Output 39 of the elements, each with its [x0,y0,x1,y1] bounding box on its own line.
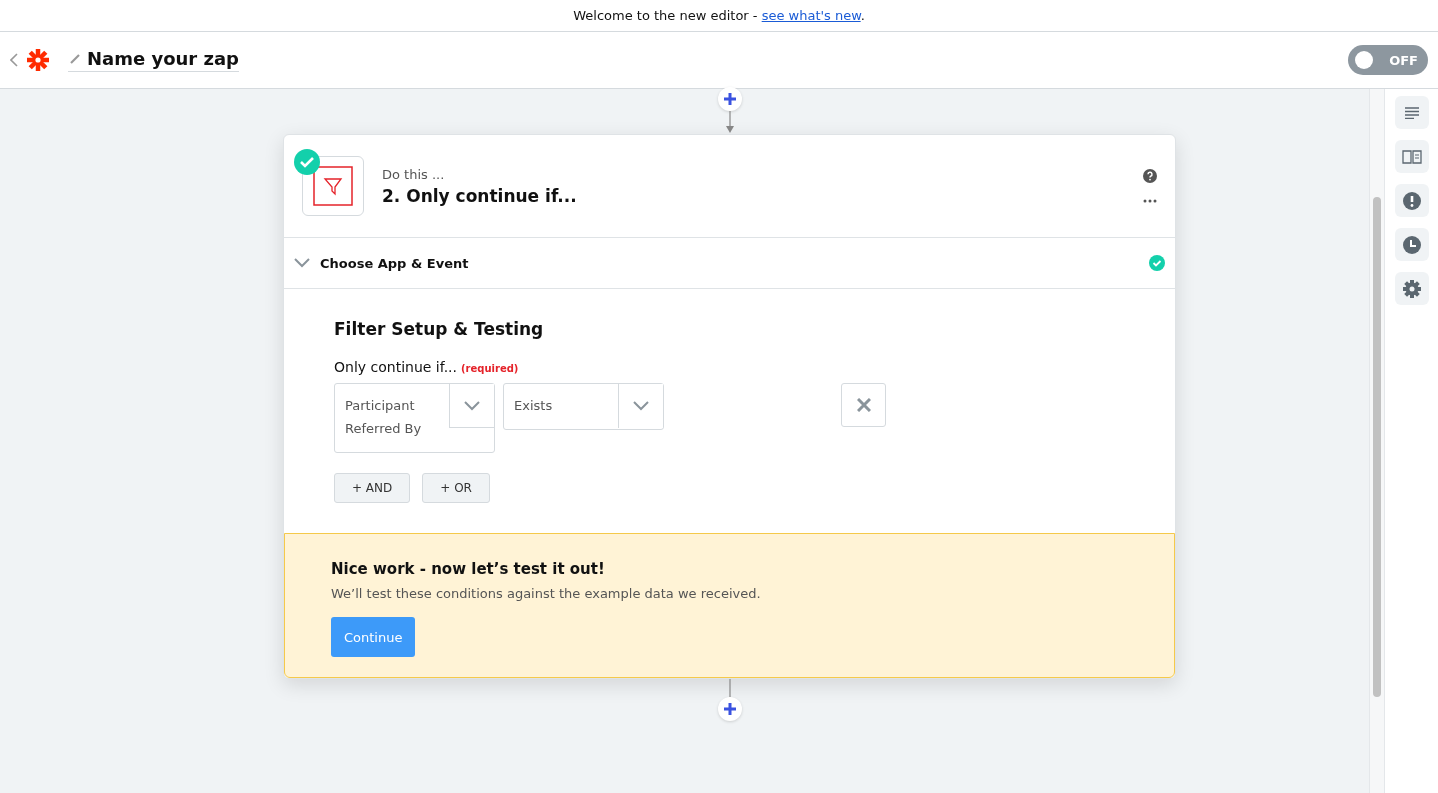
details-button[interactable] [1394,96,1429,129]
history-button[interactable] [1394,228,1429,261]
guide-button[interactable] [1394,140,1429,173]
clock-icon [1402,235,1421,254]
alerts-button[interactable] [1394,184,1429,217]
field-select[interactable]: Participant Referred By [334,383,495,453]
add-step-button[interactable] [717,697,742,721]
whats-new-link[interactable]: see what's new [761,8,861,23]
choose-app-section-header[interactable]: Choose App & Event [284,238,1175,289]
chevron-icon [294,258,310,268]
scrollbar-thumb[interactable] [1373,197,1381,697]
remove-condition-button[interactable] [841,383,886,427]
zap-name-field[interactable]: Name your zap [68,48,239,72]
close-icon [856,398,871,412]
connector-line [728,679,731,697]
lines-icon [1404,106,1419,119]
filter-heading: Filter Setup & Testing [334,319,545,339]
asterisk-logo-icon[interactable] [26,48,50,72]
exclamation-icon [1402,191,1421,210]
operator-select[interactable]: Exists [503,383,664,430]
step-title: 2. Only continue if... [382,185,577,206]
add-condition-button[interactable]: + AND [334,473,411,503]
connector-arrow [724,111,735,134]
help-icon[interactable] [1143,169,1157,183]
pencil-icon [70,53,81,64]
add-condition-button[interactable]: + OR [422,473,490,503]
back-icon[interactable] [10,53,18,67]
plus-icon [723,703,736,715]
more-icon[interactable] [1143,199,1157,203]
test-description: We’ll test these conditions against the example data we received. [331,586,761,601]
banner-text: Welcome to the new editor - see what's new. [573,8,865,23]
test-title: Nice work - now let’s test it out! [331,560,605,578]
settings-icon [1402,279,1421,298]
book-icon [1401,149,1422,164]
step-eyebrow: Do this ... [382,166,446,182]
condition-label: Only continue if... (required) [334,359,520,375]
add-step-button[interactable] [717,87,742,111]
settings-button[interactable] [1394,272,1429,305]
plus-icon [723,93,736,105]
